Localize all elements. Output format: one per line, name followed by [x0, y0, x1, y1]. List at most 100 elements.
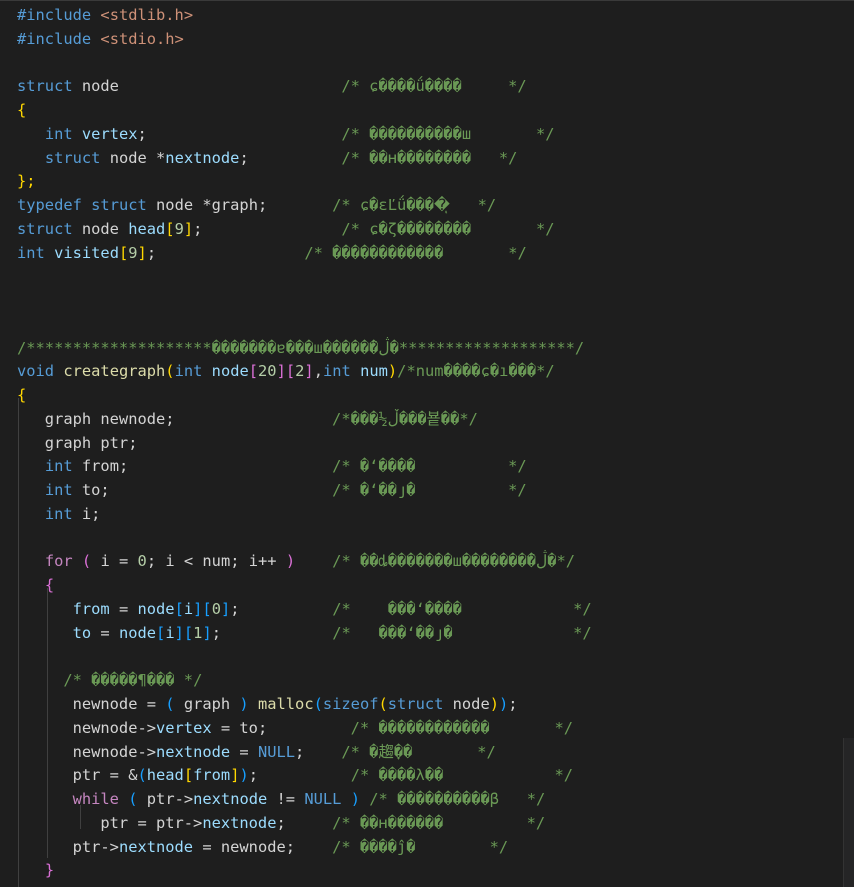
code-line[interactable]: for ( i = 0; i < num; i++ ) /* ��ȡ������…: [17, 549, 575, 573]
code-line[interactable]: int from; /* �ʻ���� */: [17, 454, 527, 478]
code-line[interactable]: ptr = ptr->nextnode; /* ��ʜ������ */: [17, 811, 545, 835]
code-line[interactable]: {: [17, 573, 54, 597]
code-token: /* ɕ�ɛĽǘ����ͅ */: [332, 196, 497, 214]
code-token: [: [118, 244, 129, 262]
code-line[interactable]: /********************�������ɐ���ш������ڷ…: [17, 336, 584, 360]
code-line[interactable]: ptr = &(head[from]); /* ����λ�� */: [17, 763, 573, 787]
code-token: nextnode: [202, 814, 277, 832]
code-token: from: [72, 600, 110, 618]
code-line[interactable]: int vertex; /* ����������ш */: [17, 122, 555, 146]
code-line[interactable]: from = node[i][0]; /* ���ʻ���� */: [17, 597, 592, 621]
code-line[interactable]: struct node head[9]; /* ɕ�ζ�������� */: [17, 217, 555, 241]
code-line[interactable]: struct node /* ɕ����ǘ���� */: [17, 74, 527, 98]
vertical-scrollbar[interactable]: [843, 738, 854, 887]
code-line[interactable]: struct node *nextnode; /* ��ʜ�������� */: [17, 146, 518, 170]
code-token: (: [128, 790, 138, 808]
code-token: int: [44, 481, 73, 499]
code-line[interactable]: void creategraph(int node[20][2],int num…: [17, 359, 555, 383]
code-token: }: [44, 861, 55, 879]
code-token: struct: [17, 220, 73, 238]
code-line[interactable]: };: [17, 169, 36, 193]
code-token: malloc: [257, 695, 314, 713]
code-token: graph ptr;: [17, 434, 138, 452]
code-line[interactable]: graph ptr;: [17, 431, 138, 455]
code-token: i;: [72, 505, 101, 523]
code-token: /* ɕ����ǘ���� */: [341, 77, 527, 95]
code-line[interactable]: newnode = ( graph ) malloc(sizeof(struct…: [17, 692, 518, 716]
code-line[interactable]: {: [17, 383, 26, 407]
code-line[interactable]: ptr->nextnode = newnode; /* ����ĵ� */: [17, 835, 509, 859]
code-token: node *: [100, 149, 166, 167]
code-token: nextnode: [165, 149, 240, 167]
code-line[interactable]: newnode->vertex = to; /* ������������ */: [17, 716, 573, 740]
code-token: /* �ʻ��յ� */: [332, 481, 527, 499]
code-token: /* ������������ */: [350, 719, 573, 737]
code-token: /* ����������β */: [369, 790, 546, 808]
code-line[interactable]: #include <stdlib.h>: [17, 3, 193, 27]
code-line[interactable]: while ( ptr->nextnode != NULL ) /* �����…: [17, 787, 546, 811]
code-token: node: [443, 695, 490, 713]
code-token: [: [183, 624, 194, 642]
code-token: #include: [17, 30, 92, 48]
code-token: newnode->: [17, 719, 156, 737]
code-token: =: [91, 624, 119, 642]
code-token: = newnode;: [193, 838, 333, 856]
code-token: ;: [276, 814, 333, 832]
code-token: 9: [128, 244, 138, 262]
code-token: int: [174, 362, 203, 380]
code-editor[interactable]: #include <stdlib.h> #include <stdio.h> str…: [0, 0, 854, 887]
code-token: {: [17, 386, 27, 404]
code-line[interactable]: #include <stdio.h>: [17, 27, 184, 51]
code-token: head: [146, 766, 184, 784]
code-token: [: [165, 220, 175, 238]
code-token: [: [183, 766, 194, 784]
code-line[interactable]: to = node[i][1]; /* ���ʻ��յ� */: [17, 621, 592, 645]
code-line[interactable]: int i;: [17, 502, 101, 526]
code-token: int: [17, 244, 45, 262]
code-line[interactable]: typedef struct node *graph; /* ɕ�ɛĽǘ����…: [17, 193, 496, 217]
code-token: ptr = ptr->: [17, 814, 203, 832]
code-token: struct: [91, 196, 147, 214]
code-token: /* ��ȡ�������ш��������ڷ̈�*/: [332, 552, 576, 570]
code-token: #include: [17, 6, 92, 24]
code-line[interactable]: }: [17, 858, 54, 882]
code-token: struct: [44, 149, 101, 167]
code-token: to;: [72, 481, 333, 499]
code-token: struct: [17, 77, 73, 95]
code-line[interactable]: int visited[9]; /* ������������ */: [17, 241, 527, 265]
code-token: int: [44, 457, 73, 475]
code-line[interactable]: {: [17, 98, 26, 122]
code-line[interactable]: newnode->nextnode = NULL; /* �趨ָ�� */: [17, 740, 496, 764]
code-token: for: [44, 552, 73, 570]
code-token: int: [322, 362, 351, 380]
code-token: };: [17, 172, 36, 190]
code-line[interactable]: graph newnode; /*���½ڵ���뵽��*/: [17, 407, 478, 431]
code-token: i: [183, 600, 194, 618]
code-token: 0: [211, 600, 221, 618]
code-token: <stdio.h>: [100, 30, 184, 48]
code-token: ;: [295, 743, 342, 761]
code-line[interactable]: int to; /* �ʻ��յ� */: [17, 478, 527, 502]
code-line[interactable]: /* �����¶��� */: [17, 668, 202, 692]
code-token: /*���½ڵ���뵽��*/: [332, 410, 478, 428]
code-token: ]: [276, 362, 286, 380]
code-token: graph: [174, 695, 240, 713]
code-token: creategraph: [63, 362, 166, 380]
code-token: 9: [174, 220, 184, 238]
code-token: /********************�������ɐ���ш������ڷ…: [17, 339, 585, 357]
code-token: ptr->: [137, 790, 194, 808]
code-token: /* ����λ�� */: [350, 766, 574, 784]
code-token: newnode =: [17, 695, 166, 713]
code-token: ]: [137, 244, 147, 262]
code-token: ): [285, 552, 296, 570]
code-token: /* ���ʻ���� */: [332, 600, 592, 618]
code-token: struct: [387, 695, 444, 713]
code-token: visited: [54, 244, 119, 262]
